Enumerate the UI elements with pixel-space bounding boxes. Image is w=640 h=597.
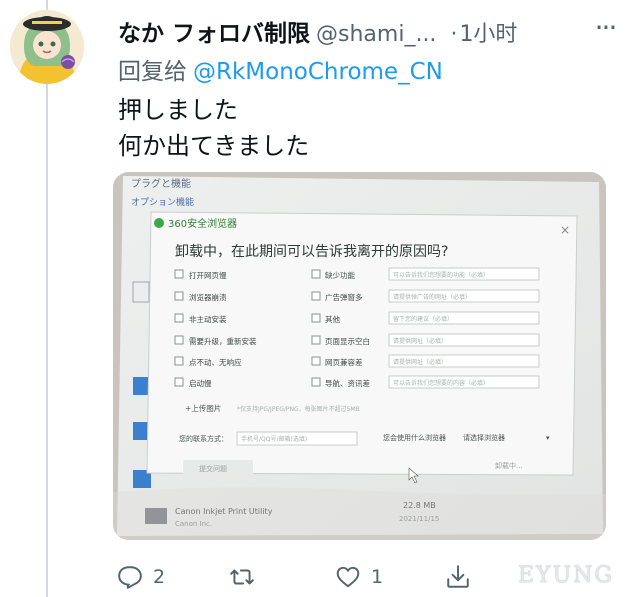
reply-icon [118, 566, 142, 589]
reason-checkbox[interactable] [311, 377, 321, 387]
reason-checkbox[interactable] [311, 313, 321, 323]
reason-checkbox[interactable] [174, 291, 184, 301]
reason-checkbox[interactable] [174, 356, 184, 366]
reason-label: 点不动、无响应 [189, 357, 242, 367]
reason-label: 打开网页慢 [189, 270, 227, 280]
reply-context: 回复给 @RkMonoChrome_CN [118, 52, 443, 86]
reason-label: 需要升级，重新安装 [189, 336, 257, 346]
reason-checkbox[interactable] [311, 335, 321, 345]
tweet-text-line: 押しました [118, 96, 238, 124]
heart-icon [336, 566, 360, 588]
reason-placeholder: 请提供网址（必填） [393, 337, 447, 345]
user-handle[interactable]: @shami_... [316, 22, 436, 47]
reply-button[interactable]: 2 [117, 560, 165, 594]
reason-checkbox[interactable] [174, 269, 184, 279]
reason-label: 导航、资讯差 [325, 378, 370, 388]
bg-window-title: プラグと機能 [131, 177, 191, 190]
next-browser-label: 您会使用什么浏览器 [383, 433, 446, 442]
reason-label: 缺少功能 [325, 270, 355, 280]
share-button[interactable] [445, 560, 481, 594]
reason-label: 浏览器崩溃 [189, 292, 227, 302]
reason-label: 页面显示空白 [325, 336, 370, 346]
reason-checkbox[interactable] [311, 356, 321, 366]
reason-label: 非主动安装 [189, 314, 227, 324]
like-count: 1 [371, 566, 384, 588]
tweet-text-line: 何か出てきました [118, 132, 310, 160]
bg-option-label: オプション機能 [131, 196, 194, 208]
reply-count: 2 [153, 566, 166, 588]
reason-checkbox[interactable] [311, 291, 321, 301]
tweet-text: 押しました 何か出てきました [118, 92, 309, 164]
reason-label: 广告弹窗多 [325, 292, 363, 302]
display-name[interactable]: なか フォロバ制限 [118, 21, 310, 47]
dialog-close-icon[interactable]: × [560, 223, 570, 237]
reason-label: 启动慢 [189, 378, 212, 388]
thread-line [46, 0, 48, 597]
watermark-logo: EYUNG [518, 563, 614, 588]
timestamp[interactable]: 1小时 [459, 22, 517, 47]
browser-select[interactable]: 请选择浏览器 [463, 433, 505, 442]
tweet-photo[interactable]: プラグと機能 オプション機能 360安全浏览器 × 卸载中，在此期间可以告诉我离… [113, 172, 606, 540]
contact-label: 您的联系方式： [179, 434, 228, 443]
retweet-icon [230, 569, 254, 585]
reason-placeholder: 请提供网址（必填） [393, 358, 447, 366]
retweet-button[interactable] [229, 560, 265, 594]
upload-image-button[interactable]: +上传图片 [185, 403, 221, 413]
reply-to-handle[interactable]: @RkMonoChrome_CN [193, 59, 443, 85]
chevron-down-icon[interactable]: ▾ [546, 434, 550, 442]
separator-dot: · [450, 22, 458, 47]
reason-placeholder: 留下您的建议（必填） [393, 315, 453, 323]
submit-button-label: 提交问题 [199, 464, 227, 473]
reply-prefix: 回复给 [118, 59, 187, 85]
reason-checkbox[interactable] [174, 377, 184, 387]
reason-checkbox[interactable] [174, 335, 184, 345]
dialog-title: 卸载中，在此期间可以告诉我离开的原因吗? [175, 243, 448, 260]
share-icon [447, 565, 469, 588]
reason-placeholder: 请提供弹广告的网址（必填） [393, 293, 471, 301]
uninstall-status: 卸载中... [495, 461, 523, 470]
dialog-app-name: 360安全浏览器 [168, 217, 237, 230]
reason-checkbox[interactable] [311, 269, 321, 279]
upload-hint: *仅支持JPG/JPEG/PNG，每张图片不超过5MB [237, 405, 360, 413]
like-button[interactable]: 1 [335, 560, 383, 594]
tweet-header: なか フォロバ制限 @shami_... ·1小时 ··· [118, 11, 618, 48]
more-dots-icon[interactable]: ··· [592, 11, 618, 44]
reason-placeholder: 可以告诉我们您想要的功能（必填） [393, 271, 489, 279]
reason-checkbox[interactable] [174, 313, 184, 323]
avatar[interactable] [10, 10, 84, 84]
reason-placeholder: 可以告诉我们您想要的内容（必填） [393, 379, 489, 387]
reason-label: 其他 [325, 314, 340, 324]
contact-placeholder: 手机号/QQ号/邮箱(选填) [241, 435, 307, 443]
browser-logo-icon [154, 218, 164, 228]
reason-label: 网页兼容差 [325, 357, 363, 367]
